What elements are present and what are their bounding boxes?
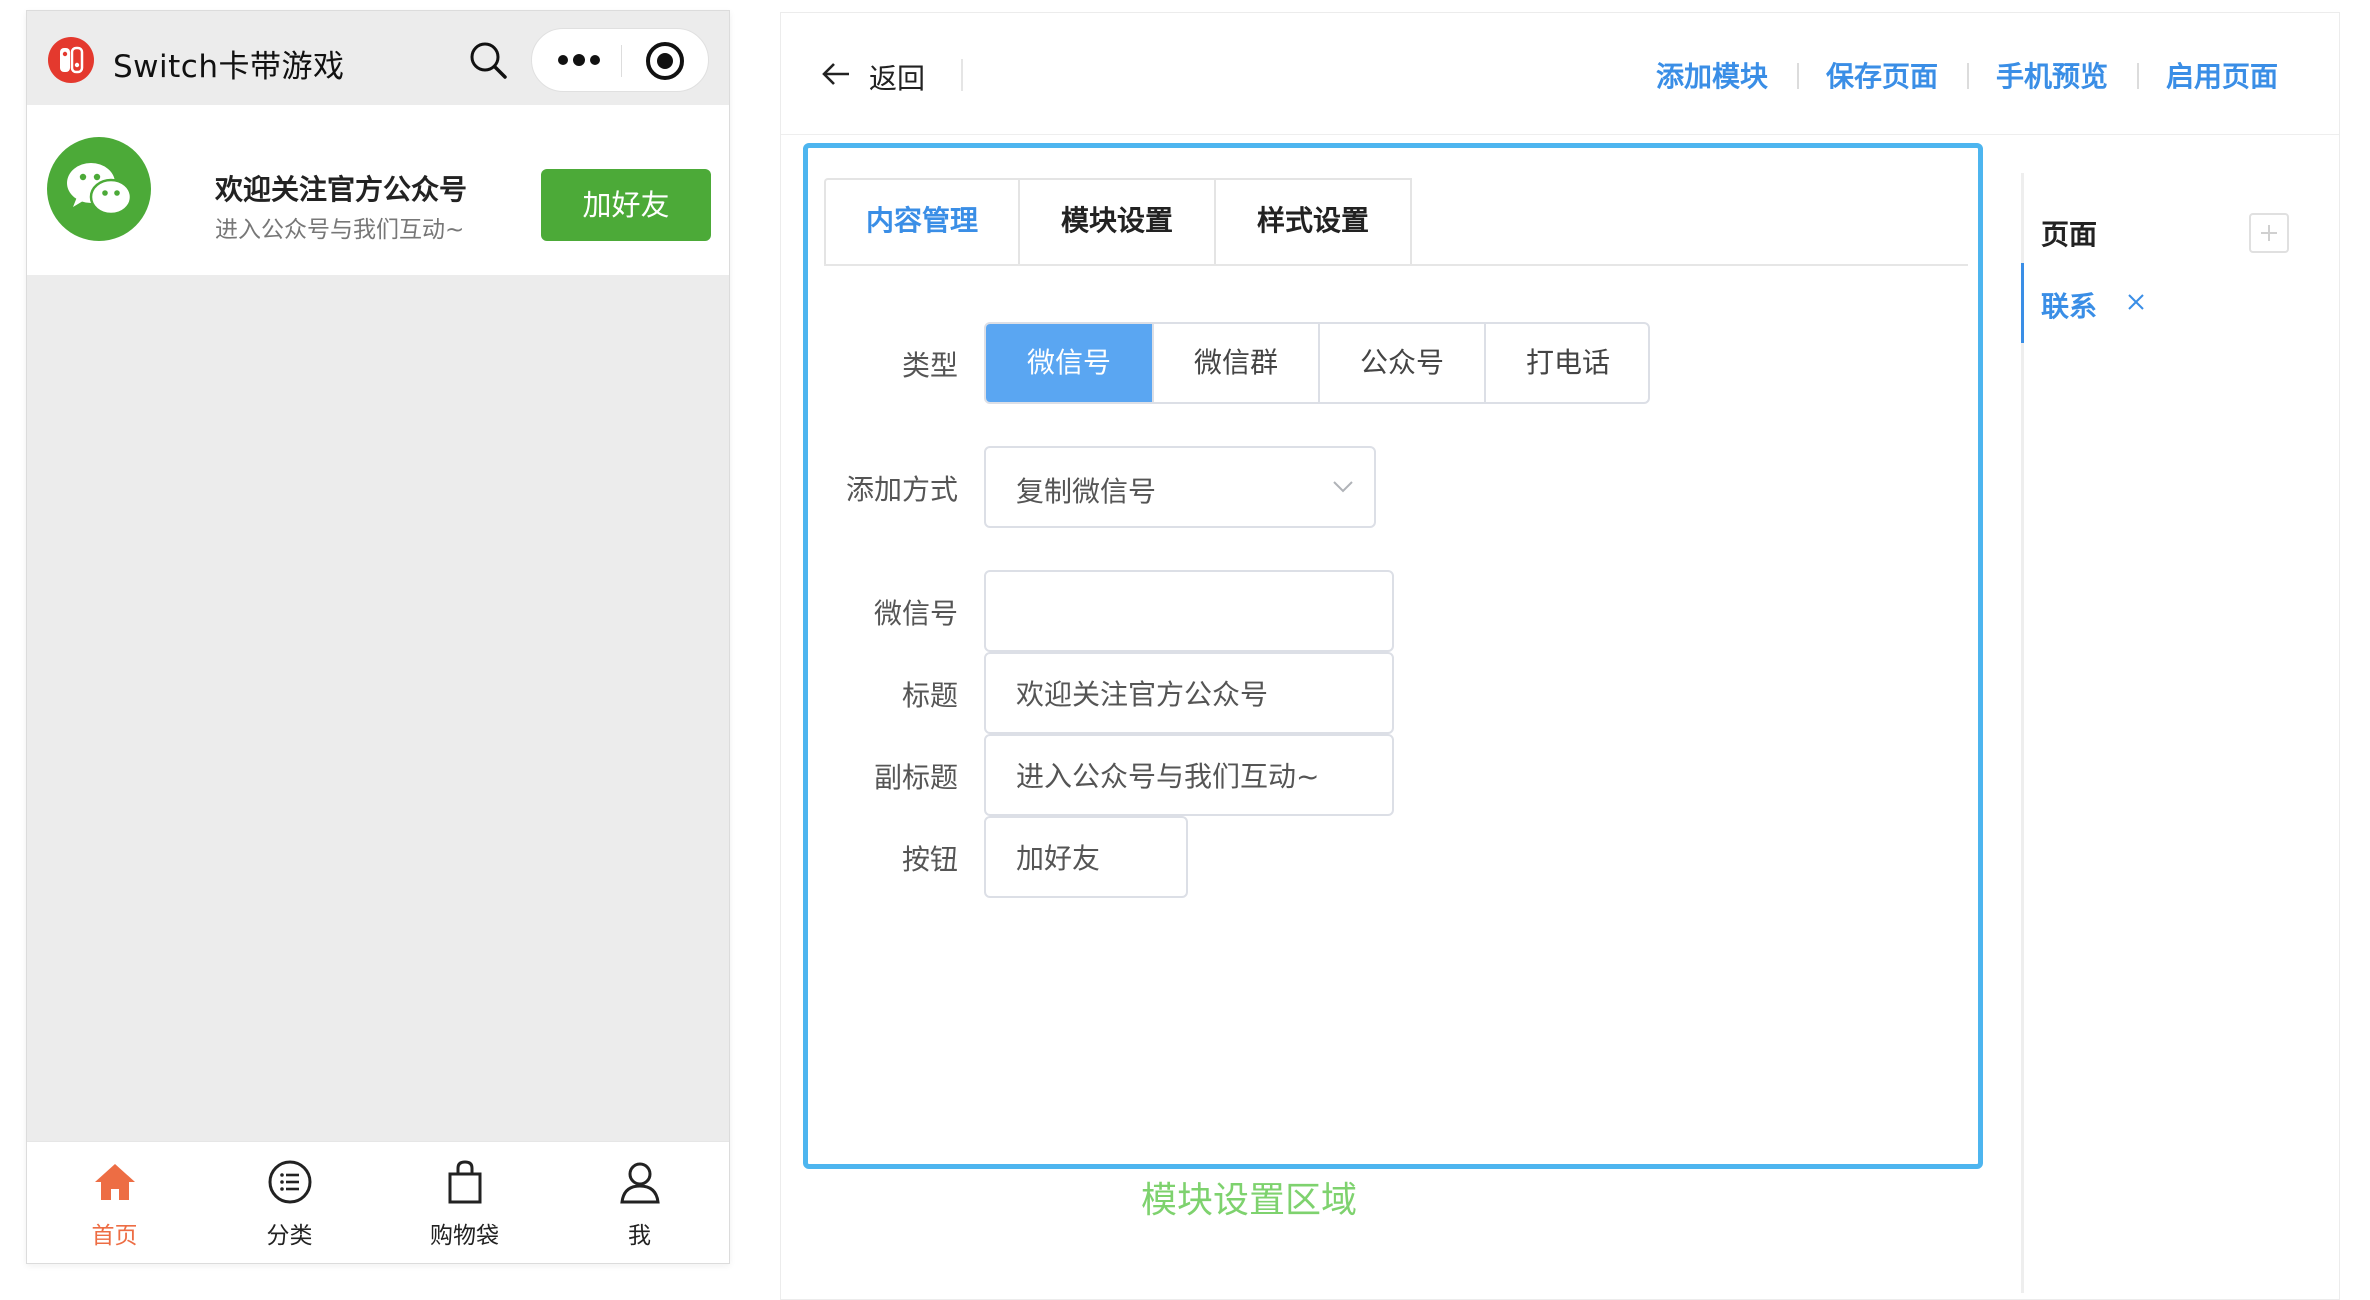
tabbar-label: 首页 bbox=[91, 1223, 138, 1249]
add-page-button[interactable] bbox=[2249, 213, 2289, 253]
tab-module-settings[interactable]: 模块设置 bbox=[1018, 178, 1216, 264]
page-panel-title: 页面 bbox=[2041, 218, 2098, 251]
switch-logo-icon bbox=[48, 37, 94, 83]
tab-content-management[interactable]: 内容管理 bbox=[824, 178, 1020, 264]
type-segmented-control: 微信号 微信群 公众号 打电话 bbox=[984, 322, 1650, 404]
add-method-value: 复制微信号 bbox=[1016, 475, 1157, 508]
phone-header: Switch卡带游戏 bbox=[27, 11, 729, 105]
enable-page-button[interactable]: 启用页面 bbox=[2166, 55, 2278, 95]
phone-tabbar: 首页 分类 购物袋 我 bbox=[27, 1141, 729, 1263]
follow-subtitle: 进入公众号与我们互动~ bbox=[215, 217, 465, 243]
app-title: Switch卡带游戏 bbox=[113, 49, 345, 85]
active-page-indicator bbox=[2021, 263, 2024, 343]
tabbar-label: 我 bbox=[628, 1223, 651, 1249]
phone-preview: Switch卡带游戏 欢迎关注官方公众号 进入公众号与我们互动~ 加好友 首页 … bbox=[26, 10, 730, 1264]
tab-style-settings[interactable]: 样式设置 bbox=[1214, 178, 1412, 264]
subtitle-label: 副标题 bbox=[873, 761, 958, 794]
wechat-id-input[interactable] bbox=[984, 570, 1394, 652]
type-option-wechat-group[interactable]: 微信群 bbox=[1154, 324, 1320, 402]
wechat-id-label: 微信号 bbox=[873, 597, 958, 630]
follow-title: 欢迎关注官方公众号 bbox=[215, 173, 468, 206]
add-friend-button[interactable]: 加好友 bbox=[541, 169, 711, 241]
toolbar-divider bbox=[961, 59, 963, 91]
button-text-input[interactable] bbox=[984, 816, 1188, 898]
user-icon bbox=[620, 1162, 660, 1204]
tabbar-label: 分类 bbox=[266, 1223, 313, 1249]
plus-icon bbox=[2261, 225, 2277, 241]
page-list-panel: 页面 联系 bbox=[2021, 173, 2321, 1293]
save-page-button[interactable]: 保存页面 bbox=[1826, 55, 1938, 95]
tabs-divider bbox=[824, 264, 1968, 266]
module-editor: 返回 添加模块 保存页面 手机预览 启用页面 内容管理 模块设置 样式设置 类型… bbox=[780, 12, 2340, 1300]
button-text-label: 按钮 bbox=[901, 843, 958, 876]
toolbar-divider bbox=[2137, 63, 2139, 89]
type-label: 类型 bbox=[901, 349, 958, 382]
tabbar-item-home[interactable]: 首页 bbox=[27, 1142, 202, 1264]
add-method-select[interactable]: 复制微信号 bbox=[984, 446, 1376, 528]
tabbar-item-category[interactable]: 分类 bbox=[202, 1142, 377, 1264]
title-input[interactable] bbox=[984, 652, 1394, 734]
editor-toolbar: 返回 添加模块 保存页面 手机预览 启用页面 bbox=[781, 13, 2339, 135]
page-item-contact[interactable]: 联系 bbox=[2041, 285, 2097, 325]
tabbar-item-bag[interactable]: 购物袋 bbox=[377, 1142, 552, 1264]
back-label: 返回 bbox=[869, 62, 926, 95]
type-option-wechat-id[interactable]: 微信号 bbox=[986, 324, 1154, 402]
arrow-left-icon bbox=[822, 63, 849, 85]
search-icon[interactable] bbox=[467, 39, 509, 81]
more-icon[interactable] bbox=[554, 47, 604, 73]
home-icon bbox=[95, 1164, 135, 1200]
mini-program-capsule bbox=[531, 28, 709, 92]
module-area-caption: 模块设置区域 bbox=[1141, 1180, 1358, 1221]
close-miniprogram-icon[interactable] bbox=[644, 40, 686, 82]
add-method-label: 添加方式 bbox=[845, 473, 958, 506]
chevron-down-icon bbox=[1333, 481, 1353, 493]
tabbar-label: 购物袋 bbox=[430, 1223, 499, 1249]
toolbar-divider bbox=[1967, 63, 1969, 89]
type-option-phone-call[interactable]: 打电话 bbox=[1486, 324, 1648, 402]
add-module-button[interactable]: 添加模块 bbox=[1656, 55, 1768, 95]
capsule-divider bbox=[621, 45, 622, 77]
tabbar-item-me[interactable]: 我 bbox=[552, 1142, 727, 1264]
mobile-preview-button[interactable]: 手机预览 bbox=[1996, 55, 2108, 95]
module-settings-area: 内容管理 模块设置 样式设置 类型 微信号 微信群 公众号 打电话 添加方式 复… bbox=[803, 143, 1983, 1169]
list-icon bbox=[268, 1160, 312, 1204]
subtitle-input[interactable] bbox=[984, 734, 1394, 816]
follow-card: 欢迎关注官方公众号 进入公众号与我们互动~ 加好友 bbox=[27, 105, 729, 275]
title-label: 标题 bbox=[901, 679, 958, 712]
close-icon[interactable] bbox=[2125, 291, 2147, 313]
bag-icon bbox=[448, 1160, 482, 1204]
wechat-icon bbox=[47, 137, 151, 241]
toolbar-divider bbox=[1797, 63, 1799, 89]
type-option-official-account[interactable]: 公众号 bbox=[1320, 324, 1486, 402]
